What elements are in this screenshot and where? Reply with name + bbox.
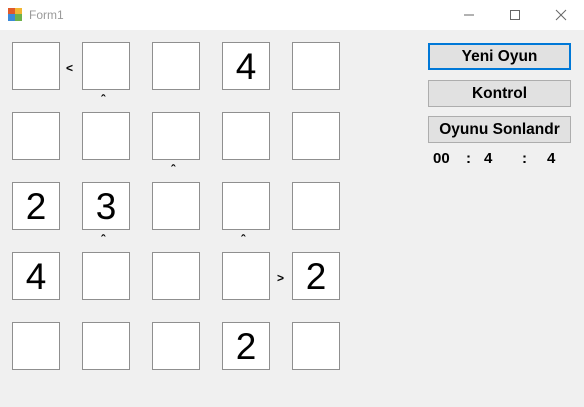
- timer-seconds: 4: [547, 150, 556, 167]
- inequality-sign-horizontal: >: [277, 271, 285, 285]
- grid-cell[interactable]: [12, 112, 60, 160]
- inequality-sign-vertical: ˆ: [241, 232, 246, 247]
- timer-separator: :: [466, 150, 471, 167]
- minimize-button[interactable]: [446, 0, 492, 30]
- timer-separator: :: [522, 150, 527, 167]
- grid-cell[interactable]: 2: [222, 322, 270, 370]
- grid-cell[interactable]: 3: [82, 182, 130, 230]
- grid-cell[interactable]: 4: [12, 252, 60, 300]
- form-app-icon: [8, 8, 22, 21]
- grid-cell[interactable]: [292, 322, 340, 370]
- grid-cell[interactable]: [292, 182, 340, 230]
- grid-cell[interactable]: [152, 112, 200, 160]
- grid-cell[interactable]: [222, 252, 270, 300]
- maximize-button[interactable]: [492, 0, 538, 30]
- grid-cell[interactable]: 2: [292, 252, 340, 300]
- maximize-icon: [510, 10, 520, 20]
- grid-cell[interactable]: [152, 182, 200, 230]
- grid-cell[interactable]: [222, 112, 270, 160]
- minimize-icon: [464, 14, 474, 16]
- inequality-sign-horizontal: <: [66, 61, 74, 75]
- grid-cell[interactable]: [152, 42, 200, 90]
- inequality-sign-vertical: ˆ: [101, 92, 106, 107]
- timer-hours: 00: [433, 150, 450, 167]
- check-button[interactable]: Kontrol: [428, 80, 571, 107]
- grid-cell[interactable]: [82, 252, 130, 300]
- close-icon: [555, 9, 567, 21]
- timer-minutes: 4: [484, 150, 493, 167]
- title-bar: Form1: [0, 0, 584, 30]
- grid-cell[interactable]: [292, 112, 340, 160]
- grid-cell[interactable]: [12, 322, 60, 370]
- grid-cell[interactable]: [82, 42, 130, 90]
- grid-cell[interactable]: 4: [222, 42, 270, 90]
- grid-cell[interactable]: [82, 322, 130, 370]
- new-game-button[interactable]: Yeni Oyun: [428, 43, 571, 70]
- grid-cell[interactable]: [152, 322, 200, 370]
- grid-cell[interactable]: [82, 112, 130, 160]
- grid-cell[interactable]: 2: [12, 182, 60, 230]
- window-title: Form1: [29, 8, 64, 22]
- grid-cell[interactable]: [152, 252, 200, 300]
- grid-cell[interactable]: [222, 182, 270, 230]
- inequality-sign-vertical: ˆ: [101, 232, 106, 247]
- grid-cell[interactable]: [12, 42, 60, 90]
- inequality-sign-vertical: ˆ: [171, 162, 176, 177]
- close-button[interactable]: [538, 0, 584, 30]
- finish-game-button[interactable]: Oyunu Sonlandr: [428, 116, 571, 143]
- grid-cell[interactable]: [292, 42, 340, 90]
